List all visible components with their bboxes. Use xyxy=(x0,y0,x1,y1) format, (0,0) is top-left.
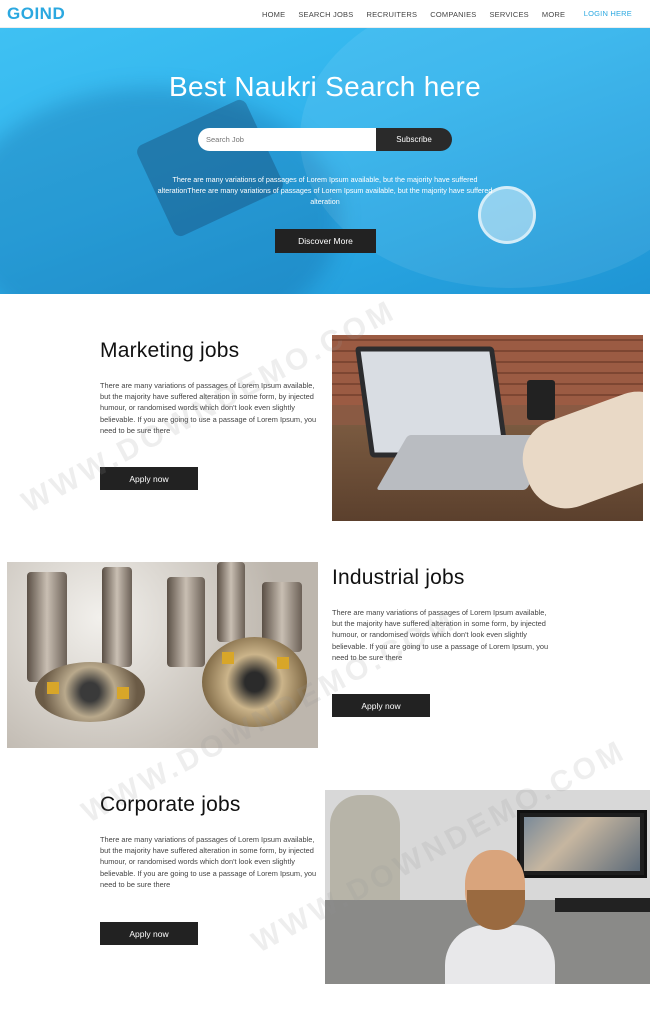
insert xyxy=(277,657,289,669)
corporate-apply-button[interactable]: Apply now xyxy=(100,922,198,945)
nav-search-jobs[interactable]: SEARCH JOBS xyxy=(298,10,353,19)
login-link[interactable]: LOGIN HERE xyxy=(584,9,632,18)
hero-title: Best Naukri Search here xyxy=(169,71,481,102)
site-logo[interactable]: GOIND xyxy=(7,4,65,24)
insert xyxy=(47,682,59,694)
nav-home[interactable]: HOME xyxy=(262,10,285,19)
nav-recruiters[interactable]: RECRUITERS xyxy=(366,10,417,19)
insert xyxy=(117,687,129,699)
milling-cutter xyxy=(202,637,307,727)
drill-bit xyxy=(102,567,132,667)
keyboard xyxy=(555,898,650,912)
nav-services[interactable]: SERVICES xyxy=(489,10,528,19)
corporate-jobs-title: Corporate jobs xyxy=(100,793,241,816)
industrial-jobs-title: Industrial jobs xyxy=(332,566,465,589)
main-menu: HOME SEARCH JOBS RECRUITERS COMPANIES SE… xyxy=(262,0,578,28)
cup xyxy=(527,380,555,420)
nav-more[interactable]: MORE xyxy=(542,10,565,19)
shirt xyxy=(445,925,555,984)
marketing-jobs-title: Marketing jobs xyxy=(100,339,240,362)
top-navbar: GOIND HOME SEARCH JOBS RECRUITERS COMPAN… xyxy=(0,0,650,28)
subscribe-button[interactable]: Subscribe xyxy=(376,128,452,151)
beard xyxy=(467,890,525,930)
job-search-input[interactable] xyxy=(198,128,378,151)
industrial-jobs-text: There are many variations of passages of… xyxy=(332,608,549,662)
marketing-jobs-text: There are many variations of passages of… xyxy=(100,381,317,435)
corporate-jobs-text: There are many variations of passages of… xyxy=(100,835,317,889)
hero-description: There are many variations of passages of… xyxy=(157,175,493,206)
background-person xyxy=(330,795,400,915)
marketing-apply-button[interactable]: Apply now xyxy=(100,467,198,490)
discover-more-button[interactable]: Discover More xyxy=(275,229,376,253)
office-photo xyxy=(325,790,650,984)
industrial-tools-photo xyxy=(7,562,318,748)
drill-bit xyxy=(167,577,205,667)
job-search-form: Subscribe xyxy=(198,128,452,151)
insert xyxy=(222,652,234,664)
hero-banner: Best Naukri Search here Subscribe There … xyxy=(0,28,650,294)
laptop-photo xyxy=(332,335,643,521)
drill-bit xyxy=(217,562,245,642)
nav-companies[interactable]: COMPANIES xyxy=(430,10,476,19)
industrial-apply-button[interactable]: Apply now xyxy=(332,694,430,717)
smiling-man xyxy=(445,850,555,984)
